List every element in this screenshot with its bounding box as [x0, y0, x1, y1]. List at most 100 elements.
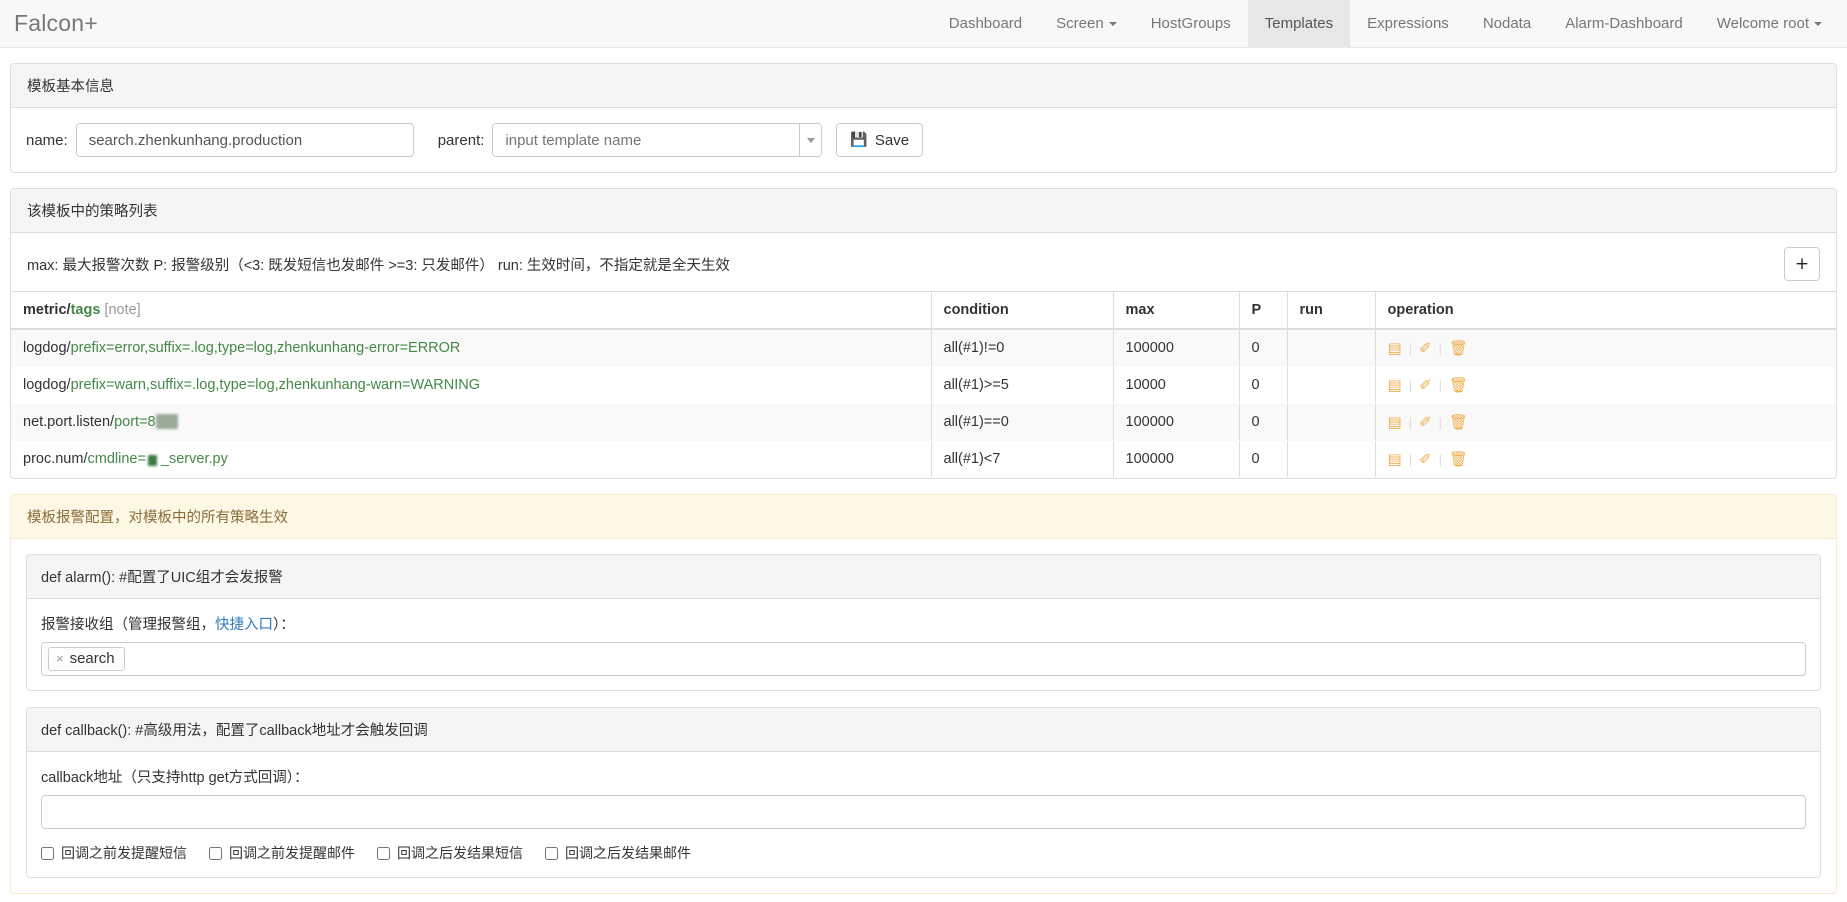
checkbox-input[interactable] — [209, 846, 222, 860]
checkbox-mail-before[interactable]: 回调之前发提醒邮件 — [209, 843, 355, 863]
checkbox-label: 回调之后发结果短信 — [397, 845, 523, 861]
col-metric-label: metric/ — [23, 302, 71, 318]
chip-search[interactable]: × search — [48, 647, 125, 671]
cell-p: 0 — [1238, 328, 1287, 367]
cell-max: 100000 — [1112, 328, 1239, 367]
tags-suffix-text: _server.py — [160, 451, 228, 467]
table-header-row: metric/tags [note] condition max P run o… — [11, 291, 1836, 330]
nav-item-expressions[interactable]: Expressions — [1350, 0, 1466, 47]
clone-icon[interactable]: ▤ — [1388, 377, 1402, 393]
name-label: name: — [26, 131, 68, 149]
cell-p: 0 — [1238, 440, 1287, 478]
metric-text: logdog/ — [23, 377, 71, 393]
checkbox-sms-before[interactable]: 回调之前发提醒短信 — [41, 843, 187, 863]
alarm-section-body: 报警接收组（管理报警组，快捷入口）： × search — [27, 599, 1820, 690]
row-operations: ▤ | ✐ | 🗑 — [1388, 377, 1825, 393]
template-name-input[interactable] — [75, 123, 414, 157]
checkbox-mail-after[interactable]: 回调之后发结果邮件 — [545, 843, 691, 863]
nav-item-nodata[interactable]: Nodata — [1466, 0, 1548, 47]
nav-item-hostgroups[interactable]: HostGroups — [1134, 0, 1248, 47]
divider: | — [1408, 451, 1413, 467]
alarm-group-chip-input[interactable]: × search — [41, 642, 1806, 676]
nav-item-dashboard[interactable]: Dashboard — [932, 0, 1039, 47]
checkbox-sms-after[interactable]: 回调之后发结果短信 — [377, 843, 523, 863]
cell-run — [1286, 440, 1375, 478]
checkbox-input[interactable] — [377, 846, 390, 860]
strategy-table: metric/tags [note] condition max P run o… — [11, 291, 1836, 478]
metric-text: net.port.listen/ — [23, 414, 115, 430]
strategy-hint-bar: max: 最大报警次数 P: 报警级别（<3: 既发短信也发邮件 >=3: 只发… — [11, 233, 1836, 291]
cell-p: 0 — [1238, 366, 1287, 404]
divider: | — [1408, 340, 1413, 356]
table-row: proc.num/cmdline= _server.py all(#1)<7 10… — [11, 440, 1836, 478]
callback-section-panel: def callback(): #高级用法，配置了callback地址才会触发回… — [26, 707, 1821, 878]
label-suffix: ）： — [273, 617, 295, 633]
add-strategy-button[interactable]: + — [1784, 247, 1820, 281]
strategy-hint-text: max: 最大报警次数 P: 报警级别（<3: 既发短信也发邮件 >=3: 只发… — [27, 257, 730, 274]
col-run: run — [1286, 291, 1375, 330]
basic-info-body: name: parent: 💾 Save — [11, 108, 1836, 172]
nav-item-templates[interactable]: Templates — [1247, 0, 1351, 47]
chevron-down-icon[interactable] — [799, 124, 822, 156]
label-prefix: 报警接收组（管理报警组， — [41, 617, 215, 633]
checkbox-label: 回调之前发提醒邮件 — [229, 845, 355, 861]
quick-entry-link[interactable]: 快捷入口 — [215, 617, 273, 633]
nav-item-alarm-dashboard[interactable]: Alarm-Dashboard — [1548, 0, 1700, 47]
cell-operation: ▤ | ✐ | 🗑 — [1374, 366, 1836, 404]
clone-icon[interactable]: ▤ — [1388, 340, 1402, 356]
divider: | — [1438, 377, 1443, 393]
basic-info-form: name: parent: 💾 Save — [26, 123, 1821, 157]
alarm-group-label: 报警接收组（管理报警组，快捷入口）： — [41, 613, 1806, 634]
edit-icon[interactable]: ✐ — [1419, 377, 1432, 393]
trash-icon[interactable]: 🗑 — [1449, 340, 1468, 356]
divider: | — [1438, 414, 1443, 430]
alarm-section-panel: def alarm(): #配置了UIC组才会发报警 报警接收组（管理报警组，快… — [26, 554, 1821, 691]
clone-icon[interactable]: ▤ — [1388, 451, 1402, 467]
top-navbar: Falcon+ Dashboard Screen HostGroups Temp… — [0, 0, 1847, 48]
close-icon[interactable]: × — [56, 651, 64, 666]
brand-logo[interactable]: Falcon+ — [0, 0, 116, 47]
trash-icon[interactable]: 🗑 — [1449, 414, 1468, 430]
callback-url-input[interactable] — [41, 795, 1806, 829]
nav-item-welcome-user[interactable]: Welcome root — [1700, 0, 1839, 47]
nav-item-screen[interactable]: Screen — [1039, 0, 1134, 47]
cell-p: 0 — [1238, 403, 1287, 441]
callback-url-label: callback地址（只支持http get方式回调）： — [41, 770, 309, 786]
checkbox-input[interactable] — [545, 846, 558, 860]
nav-label: Nodata — [1482, 15, 1532, 32]
cell-run — [1286, 366, 1375, 404]
alarm-config-heading: 模板报警配置，对模板中的所有策略生效 — [11, 495, 1836, 539]
cell-run — [1286, 403, 1375, 441]
alarm-config-panel: 模板报警配置，对模板中的所有策略生效 def alarm(): #配置了UIC组… — [10, 494, 1837, 894]
row-operations: ▤ | ✐ | 🗑 — [1388, 340, 1825, 356]
edit-icon[interactable]: ✐ — [1419, 340, 1432, 356]
trash-icon[interactable]: 🗑 — [1449, 451, 1468, 467]
nav-links: Dashboard Screen HostGroups Templates Ex… — [932, 0, 1847, 47]
cell-metric-tags: logdog/prefix=warn,suffix=.log,type=log,… — [11, 366, 931, 404]
save-basic-info-button[interactable]: 💾 Save — [836, 123, 924, 157]
cell-operation: ▤ | ✐ | 🗑 — [1374, 328, 1836, 367]
checkbox-input[interactable] — [41, 846, 54, 860]
tags-text: cmdline= — [87, 451, 146, 467]
col-tags-label: tags — [70, 302, 101, 318]
parent-label: parent: — [437, 131, 485, 149]
edit-icon[interactable]: ✐ — [1419, 451, 1432, 467]
trash-icon[interactable]: 🗑 — [1449, 377, 1468, 393]
parent-template-input[interactable] — [492, 123, 823, 157]
divider: | — [1438, 340, 1443, 356]
col-operation: operation — [1374, 291, 1836, 330]
strategy-table-body: logdog/prefix=error,suffix=.log,type=log… — [11, 328, 1836, 478]
edit-icon[interactable]: ✐ — [1419, 414, 1432, 430]
parent-template-select[interactable] — [492, 123, 823, 157]
cell-condition: all(#1)>=5 — [930, 366, 1113, 404]
nav-label: Expressions — [1367, 15, 1449, 32]
cell-condition: all(#1)<7 — [930, 440, 1113, 478]
nav-label: Screen — [1056, 15, 1104, 32]
nav-label: Dashboard — [948, 15, 1023, 32]
tags-text: port=8 — [114, 414, 156, 430]
metric-text: logdog/ — [23, 340, 71, 356]
col-note-label: [note] — [104, 302, 141, 318]
clone-icon[interactable]: ▤ — [1388, 414, 1402, 430]
cell-max: 100000 — [1112, 440, 1239, 478]
divider: | — [1408, 377, 1413, 393]
